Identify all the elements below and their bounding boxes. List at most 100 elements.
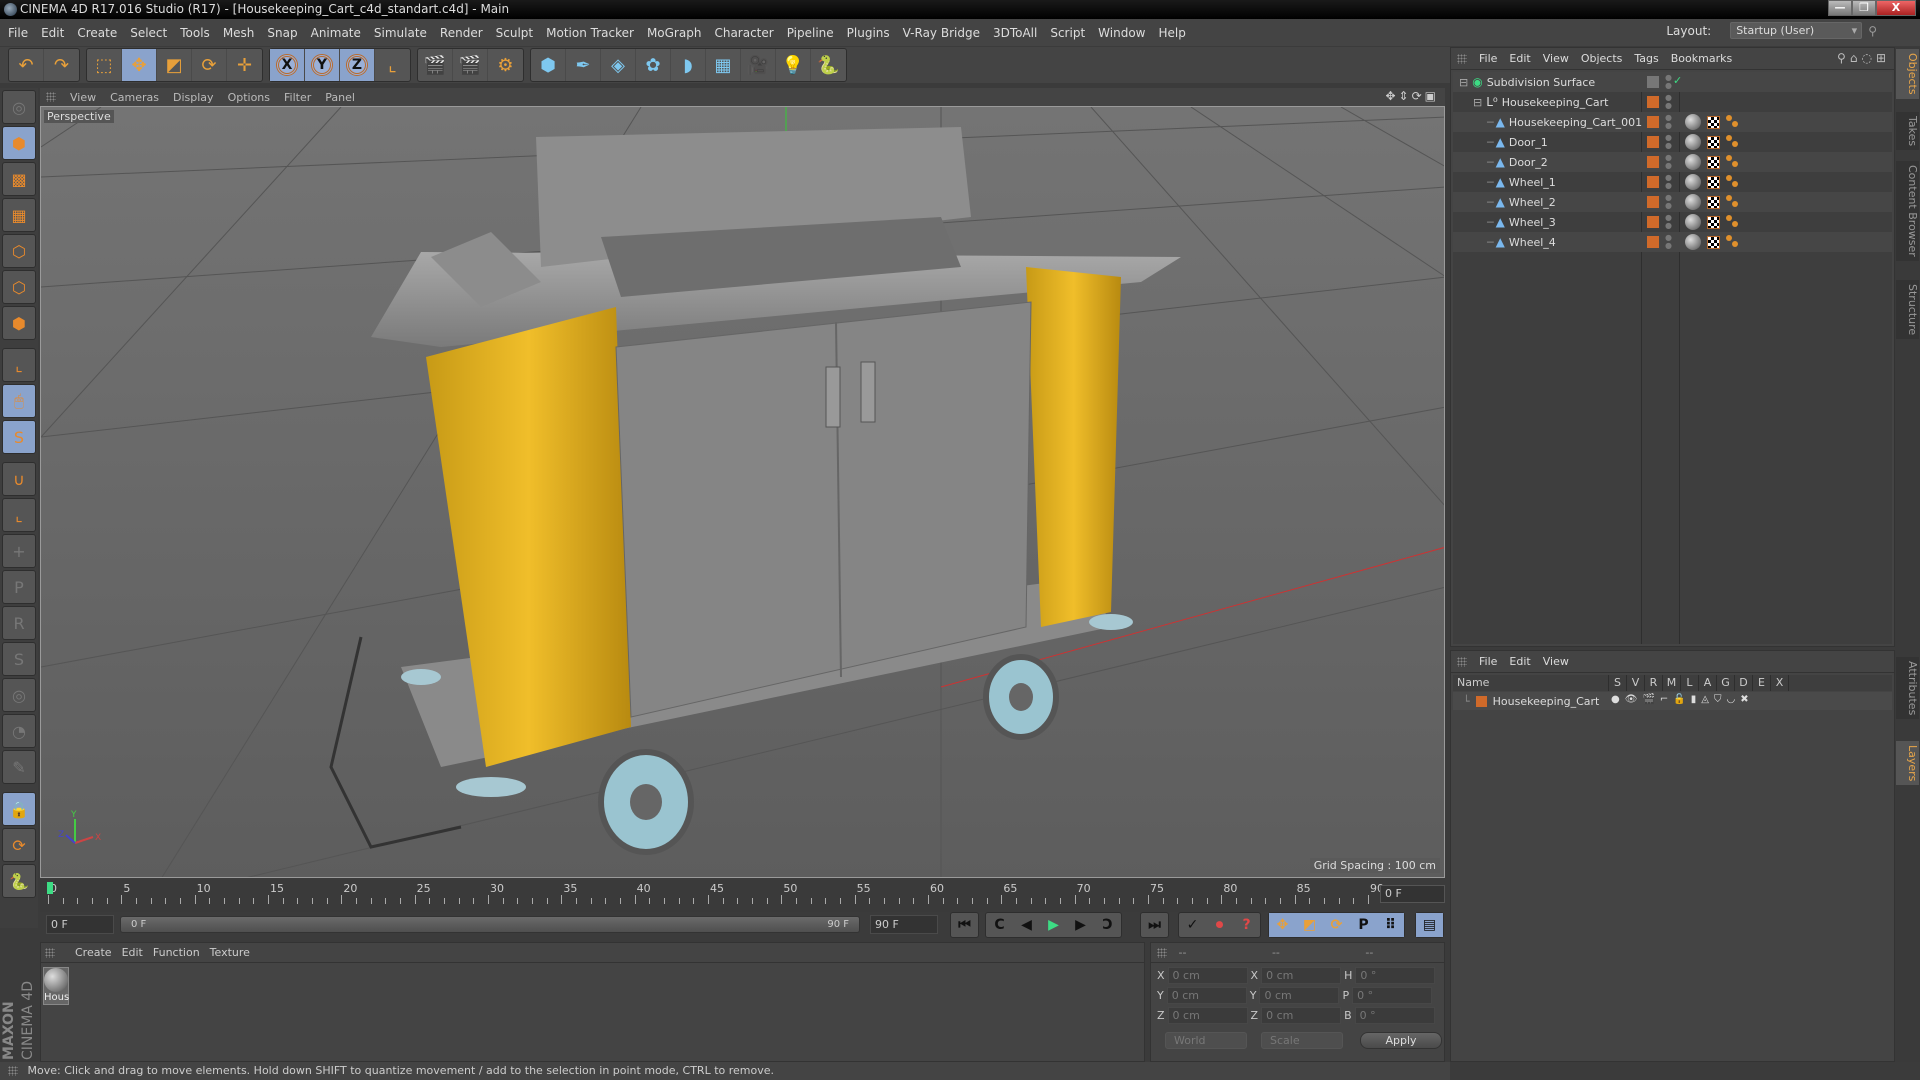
eye-icon[interactable]: ◌ [1861,51,1875,65]
live-selection-button[interactable]: ⬚ [87,49,122,81]
selection-tag-icon[interactable] [1726,115,1740,129]
layer-color-icon[interactable] [1647,176,1659,188]
layer-column-a[interactable]: A [1699,675,1717,691]
collapse-icon[interactable]: ⊟ [1459,76,1468,89]
menu-script[interactable]: Script [1050,26,1085,40]
enabled-check-icon[interactable]: ✓ [1673,74,1682,87]
render-icon[interactable]: 🎬 [1642,694,1654,705]
snap-button[interactable]: S [2,420,36,454]
render-settings-button[interactable]: ⚙ [488,49,523,81]
model-mode-button[interactable]: ⬢ [2,126,36,160]
prev-key-button[interactable]: C [986,913,1013,937]
texture-mode-button[interactable]: ▩ [2,162,36,196]
points-mode-button[interactable]: ⬡ [2,234,36,268]
menu-select[interactable]: Select [130,26,167,40]
timeline-window-button[interactable]: ▤ [1416,913,1443,937]
menu-3dtoall[interactable]: 3DToAll [993,26,1037,40]
restore-button[interactable]: ❐ [1852,0,1876,16]
visibility-dots-icon[interactable]: ● ● [1665,94,1672,110]
object-menu-edit[interactable]: Edit [1509,52,1530,65]
visibility-dots-icon[interactable]: ● ● [1665,214,1672,230]
workplane-button[interactable]: ▦ [2,198,36,232]
floor-button[interactable]: ▦ [706,49,741,81]
layer-column-s[interactable]: S [1609,675,1627,691]
uvw-tag-icon[interactable] [1707,155,1720,169]
material-grip-icon[interactable] [45,947,55,958]
object-row[interactable]: ⊟ ◉ Subdivision Surface ● ● ✓ [1453,72,1892,92]
pose-target-button[interactable]: ◎ [2,678,36,712]
key-position-button[interactable]: ✥ [1269,913,1296,937]
tab-objects[interactable]: Objects [1896,49,1919,99]
y-axis-button[interactable]: Y [305,49,340,81]
rotate-view-icon[interactable]: ⟳ [1412,89,1425,103]
search-icon[interactable]: ⚲ [1868,24,1877,38]
menu-mograph[interactable]: MoGraph [647,26,702,40]
key-scale-button[interactable]: ◩ [1296,913,1323,937]
goto-end-button[interactable]: ⏭ [1141,913,1168,937]
menu-sculpt[interactable]: Sculpt [496,26,533,40]
layer-menu-view[interactable]: View [1543,655,1569,668]
object-row[interactable]: ─ ▲ Door_1 ● ● [1453,132,1892,152]
layer-color-icon[interactable] [1647,116,1659,128]
axis-mode-button[interactable]: ⌞ [2,348,36,382]
python-script-button[interactable]: 🐍 [2,864,36,898]
minimize-button[interactable]: — [1828,0,1852,16]
polygons-mode-button[interactable]: ⬢ [2,306,36,340]
render-region-button[interactable]: 🎬 [418,49,453,81]
keyframe-selection-button[interactable]: ✓ [1179,913,1206,937]
lock-icon[interactable]: 🔓 [1673,694,1685,705]
autokey-button[interactable]: ⏺ [1206,913,1233,937]
coordinate-mode-dropdown[interactable]: Scale [1261,1032,1343,1049]
start-frame-field[interactable]: 0 F [46,915,114,934]
layer-grip-icon[interactable] [1457,656,1467,667]
viewport-menu-options[interactable]: Options [228,91,270,104]
transform-button[interactable]: ✛ [227,49,262,81]
tab-attributes[interactable]: Attributes [1896,657,1919,720]
selection-tag-icon[interactable] [1726,155,1740,169]
selection-tag-icon[interactable] [1726,135,1740,149]
viewport-menu-filter[interactable]: Filter [284,91,311,104]
uvw-tag-icon[interactable] [1707,195,1720,209]
layout-dropdown[interactable]: Startup (User) [1730,22,1863,39]
camera-button[interactable]: 🎥 [741,49,776,81]
pose-r-button[interactable]: R [2,606,36,640]
magnet-button[interactable]: ∪ [2,462,36,496]
material-tag-icon[interactable] [1685,114,1701,130]
uvw-tag-icon[interactable] [1707,115,1720,129]
layer-column-d[interactable]: D [1735,675,1753,691]
locked-axis-button[interactable]: ⌞ [2,498,36,532]
size-z-field[interactable]: 0 cm [1261,1007,1342,1024]
workplane-lock-button[interactable]: 🔒 [2,792,36,826]
playhead[interactable] [47,882,53,894]
move-view-icon[interactable]: ✥ [1385,89,1398,103]
cube-button[interactable]: ⬢ [531,49,566,81]
play-button[interactable]: ▶ [1040,913,1067,937]
layer-column-name[interactable]: Name [1453,675,1609,691]
edges-mode-button[interactable]: ⬡ [2,270,36,304]
selection-tag-icon[interactable] [1726,195,1740,209]
object-row[interactable]: ─ ▲ Wheel_3 ● ● [1453,212,1892,232]
position-y-field[interactable]: 0 cm [1166,987,1247,1004]
undo-button[interactable]: ↶ [9,49,44,81]
object-grip-icon[interactable] [1457,53,1467,64]
cloner-button[interactable]: ✿ [636,49,671,81]
pen-spline-button[interactable]: ✒ [566,49,601,81]
size-y-field[interactable]: 0 cm [1259,987,1340,1004]
visibility-dots-icon[interactable]: ● ● [1665,74,1672,90]
layer-column-x[interactable]: X [1771,675,1789,691]
object-row[interactable]: ─ ▲ Door_2 ● ● [1453,152,1892,172]
record-help-button[interactable]: ? [1233,913,1260,937]
menu-render[interactable]: Render [440,26,483,40]
object-row[interactable]: ─ ▲ Wheel_1 ● ● [1453,172,1892,192]
layer-color-icon[interactable] [1647,156,1659,168]
key-parameter-button[interactable]: P [1350,913,1377,937]
uvw-tag-icon[interactable] [1707,215,1720,229]
camera-label[interactable]: Perspective [44,110,114,123]
visibility-dots-icon[interactable]: ● ● [1665,114,1672,130]
tweak-mode-button[interactable]: 🖱 [2,384,36,418]
visibility-dots-icon[interactable]: ● ● [1665,154,1672,170]
material-menu-function[interactable]: Function [153,946,200,959]
layer-color-icon[interactable] [1647,236,1659,248]
viewport-menu-cameras[interactable]: Cameras [110,91,159,104]
object-row[interactable]: ─ ▲ Wheel_2 ● ● [1453,192,1892,212]
